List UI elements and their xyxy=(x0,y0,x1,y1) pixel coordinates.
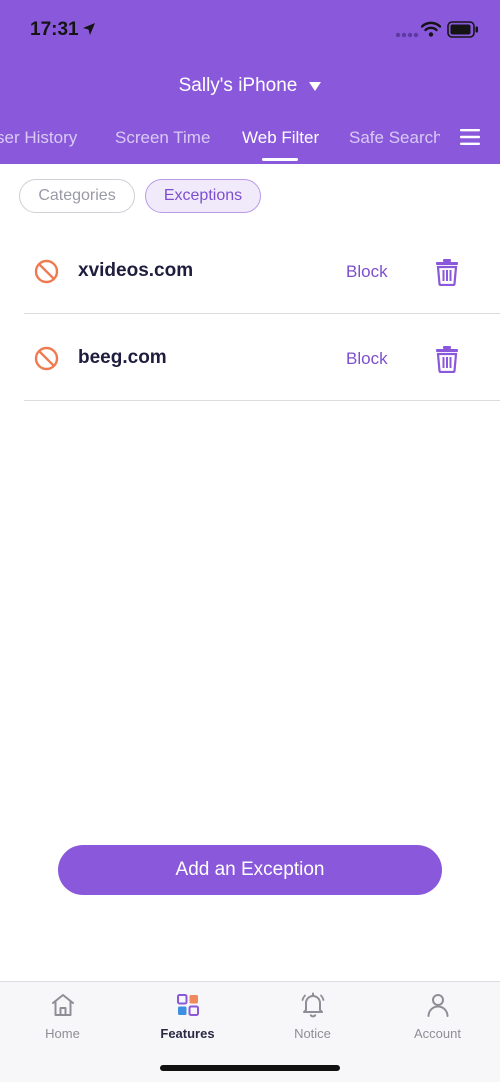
nav-home[interactable]: Home xyxy=(0,982,125,1052)
nav-features[interactable]: Features xyxy=(125,982,250,1052)
menu-icon[interactable] xyxy=(458,127,482,147)
app-header: 17:31 Sally's iPhone ser History Screen xyxy=(0,0,500,164)
nav-account[interactable]: Account xyxy=(375,982,500,1052)
exception-domain: beeg.com xyxy=(78,347,167,368)
exception-action[interactable]: Block xyxy=(346,262,388,282)
exception-row: xvideos.com Block xyxy=(24,227,500,314)
feature-tabs: ser History Screen Time Web Filter Safe … xyxy=(0,118,440,164)
home-indicator xyxy=(160,1065,340,1071)
nav-label: Notice xyxy=(294,1026,331,1041)
trash-icon[interactable] xyxy=(434,258,460,286)
trash-icon[interactable] xyxy=(434,345,460,373)
nav-label: Account xyxy=(414,1026,461,1041)
chip-label: Exceptions xyxy=(163,187,243,204)
nav-label: Features xyxy=(160,1026,215,1041)
device-selector[interactable]: Sally's iPhone xyxy=(0,72,500,100)
location-arrow-icon xyxy=(83,23,95,35)
home-icon xyxy=(52,994,74,1016)
caret-down-icon xyxy=(309,81,322,91)
active-tab-indicator xyxy=(262,158,298,161)
tab-browser-history[interactable]: ser History xyxy=(0,128,77,148)
person-icon xyxy=(427,994,449,1017)
exception-action[interactable]: Block xyxy=(346,349,388,369)
add-exception-button[interactable]: Add an Exception xyxy=(58,845,442,895)
block-icon xyxy=(34,346,59,371)
nav-notice[interactable]: Notice xyxy=(250,982,375,1052)
exception-row: beeg.com Block xyxy=(24,314,500,401)
cellular-signal-icon xyxy=(395,32,419,38)
filter-chip-categories[interactable]: Categories xyxy=(19,179,135,213)
device-name: Sally's iPhone xyxy=(178,75,298,96)
tab-safe-search[interactable]: Safe Search xyxy=(349,128,440,148)
status-bar: 17:31 xyxy=(0,0,500,60)
bell-icon xyxy=(301,992,325,1018)
filter-chip-exceptions[interactable]: Exceptions xyxy=(145,179,261,213)
exception-domain: xvideos.com xyxy=(78,260,194,281)
status-time: 17:31 xyxy=(30,19,79,40)
block-icon xyxy=(34,259,59,284)
tab-web-filter[interactable]: Web Filter xyxy=(242,128,319,148)
wifi-icon xyxy=(421,21,441,37)
nav-label: Home xyxy=(45,1026,80,1041)
chip-label: Categories xyxy=(38,187,116,204)
features-icon xyxy=(177,994,199,1016)
tab-screen-time[interactable]: Screen Time xyxy=(115,128,210,148)
battery-icon xyxy=(447,21,478,38)
